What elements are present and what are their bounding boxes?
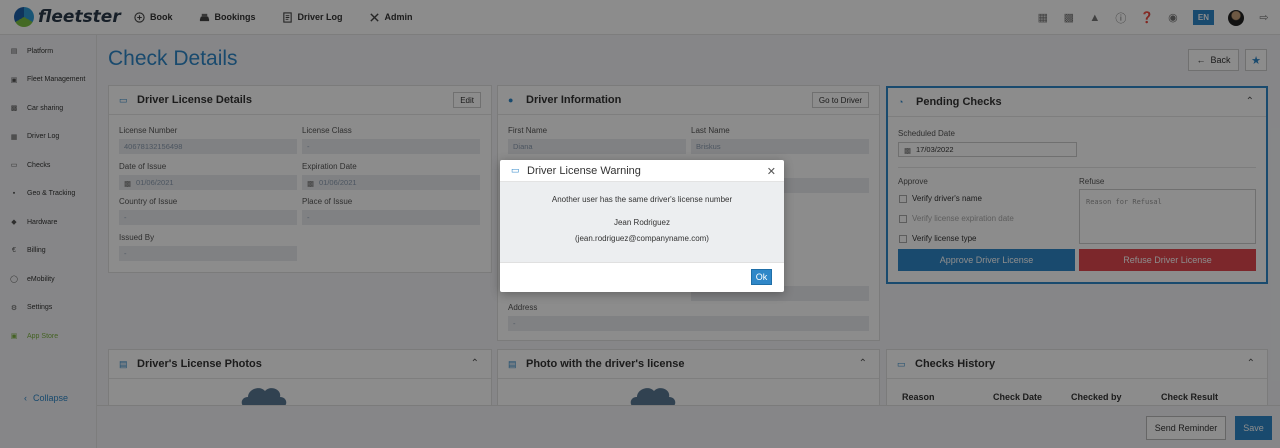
dialog-user-name: Jean Rodriguez <box>613 218 671 227</box>
ok-button[interactable]: Ok <box>751 269 772 285</box>
close-icon[interactable]: ✕ <box>767 165 776 178</box>
dialog-header: ▭ Driver License Warning ✕ <box>500 160 784 182</box>
dialog-user-email: (jean.rodriguez@companyname.com) <box>575 234 709 243</box>
dialog-message: Another user has the same driver's licen… <box>551 195 733 204</box>
dialog-title: Driver License Warning <box>527 164 641 177</box>
driver-license-warning-dialog: ▭ Driver License Warning ✕ Another user … <box>500 160 784 292</box>
dialog-body: Another user has the same driver's licen… <box>500 182 784 263</box>
id-card-icon: ▭ <box>511 165 520 175</box>
